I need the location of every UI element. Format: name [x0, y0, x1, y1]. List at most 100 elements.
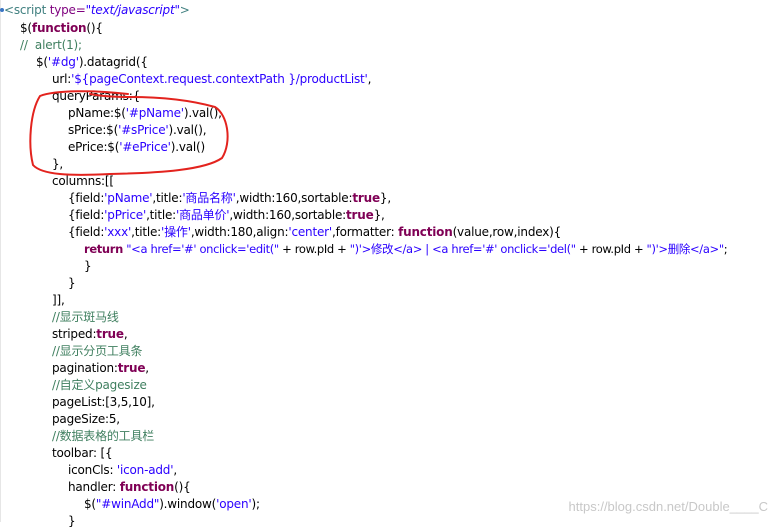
code-line-4: $('#dg').datagrid({ [36, 54, 148, 71]
keyword: true [352, 191, 380, 205]
code-text: handler: [68, 480, 120, 494]
keyword: return [84, 242, 123, 256]
code-text: + row.pId + [278, 242, 350, 256]
code-line-22: pagination:true, [52, 360, 149, 377]
keyword: function [119, 480, 175, 494]
code-text: $( [36, 55, 48, 69]
code-line-17: } [68, 275, 76, 292]
string: 'center' [288, 225, 332, 239]
code-line-28: iconCls: 'icon-add', [68, 462, 177, 479]
code-line-3: // alert(1); [20, 37, 82, 54]
code-text: ,width:160,sortable: [229, 208, 347, 222]
keyword: function [31, 21, 87, 35]
code-line-25: pageSize:5, [52, 411, 120, 428]
code-line-24: pageList:[3,5,10], [52, 394, 155, 411]
watermark: https://blog.csdn.net/Double____C [568, 499, 768, 514]
code-text: ,width:160,sortable: [235, 191, 353, 205]
code-line-26: //数据表格的工具栏 [52, 428, 154, 445]
code-line-10: }, [52, 156, 63, 173]
code-line-29: handler: function(){ [68, 479, 191, 496]
code-text: iconCls: [68, 463, 117, 477]
code-line-27: toolbar: [{ [52, 445, 113, 462]
code-text: (value,row,index){ [452, 225, 562, 239]
code-text: ).val(), [168, 123, 207, 137]
string: "<a href='#' onclick='edit(" [122, 242, 279, 256]
keyword: true [117, 361, 146, 375]
comment: //显示分页工具条 [52, 344, 143, 358]
string: 'pName' [104, 191, 153, 205]
code-text: queryParams:{ [52, 89, 140, 103]
code-text: {field: [68, 208, 105, 222]
comment: //数据表格的工具栏 [52, 429, 155, 443]
string: ")'>修改</a> | <a href='#' onclick='del(" [349, 242, 576, 256]
code-line-8: sPrice:$('#sPrice').val(), [68, 122, 207, 139]
comment: //自定义pagesize [52, 378, 147, 392]
code-line-2: $(function(){ [20, 20, 103, 37]
code-line-19: //显示斑马线 [52, 309, 119, 326]
code-text: ).val(), [183, 106, 222, 120]
code-text: url: [52, 72, 72, 86]
editor-gutter [0, 0, 1, 522]
code-text: pageList:[3,5,10], [52, 395, 155, 409]
tag-name: script [13, 3, 47, 17]
attr-name: type= [49, 3, 86, 17]
code-line-30: $("#winAdd").window('open'); [84, 496, 260, 513]
code-text: $( [84, 497, 96, 511]
code-text: columns:[[ [52, 174, 114, 188]
code-text: (){ [86, 21, 103, 35]
string: '#pName' [125, 106, 184, 120]
code-text: , [123, 327, 128, 341]
code-text: }, [52, 157, 64, 171]
code-text: ).datagrid({ [78, 55, 148, 69]
code-line-13: {field:'pPrice',title:'商品单价',width:160,s… [68, 207, 385, 224]
code-line-6: queryParams:{ [52, 88, 140, 105]
code-text: ).val() [170, 140, 205, 154]
code-text: ,width:180,align: [190, 225, 289, 239]
code-text: (){ [174, 480, 191, 494]
code-line-5: url:'${pageContext.request.contextPath }… [52, 71, 371, 88]
code-line-20: striped:true, [52, 326, 128, 343]
code-line-14: {field:'xxx',title:'操作',width:180,align:… [68, 224, 561, 241]
string: '操作' [161, 225, 191, 239]
code-text: ,formatter: [331, 225, 399, 239]
code-line-16: } [84, 258, 92, 275]
string: 'xxx' [104, 225, 132, 239]
code-text: {field: [68, 225, 105, 239]
code-text: }, [379, 191, 391, 205]
string: '#sPrice' [118, 123, 169, 137]
code-text: ).window( [159, 497, 217, 511]
code-text: ePrice:$( [68, 140, 120, 154]
code-line-23: //自定义pagesize [52, 377, 147, 394]
code-text: ,title: [152, 191, 183, 205]
code-line-15: return "<a href='#' onclick='edit(" + ro… [84, 241, 728, 258]
string: '商品单价' [175, 208, 230, 222]
code-text: , [173, 463, 177, 477]
code-text: , [145, 361, 149, 375]
code-text: ,title: [131, 225, 161, 239]
string: '${pageContext.request.contextPath }/pro… [71, 72, 368, 86]
code-text: }, [373, 208, 385, 222]
code-text: ,title: [146, 208, 176, 222]
code-text: pageSize:5, [52, 412, 120, 426]
keyword: true [346, 208, 374, 222]
code-text: ; [723, 242, 728, 256]
code-text: } [84, 259, 92, 273]
code-text: + row.pId + [575, 242, 647, 256]
string: ")'>删除</a>" [646, 242, 725, 256]
comment: //显示斑马线 [52, 310, 119, 324]
string: '#ePrice' [119, 140, 171, 154]
string: '商品名称' [182, 191, 236, 205]
code-line-12: {field:'pName',title:'商品名称',width:160,so… [68, 190, 391, 207]
code-text: striped: [52, 327, 97, 341]
code-line-1: <script type="text/javascript"> [4, 2, 190, 19]
comment: // alert(1); [20, 38, 82, 52]
code-text: ]], [52, 293, 65, 307]
code-line-7: pName:$('#pName').val(), [68, 105, 222, 122]
keyword: function [398, 225, 453, 239]
tag-bracket: < [4, 3, 14, 17]
code-text: sPrice:$( [68, 123, 119, 137]
keyword: true [96, 327, 124, 341]
code-text: } [68, 514, 76, 528]
code-text: } [68, 276, 76, 290]
string: 'icon-add' [116, 463, 174, 477]
